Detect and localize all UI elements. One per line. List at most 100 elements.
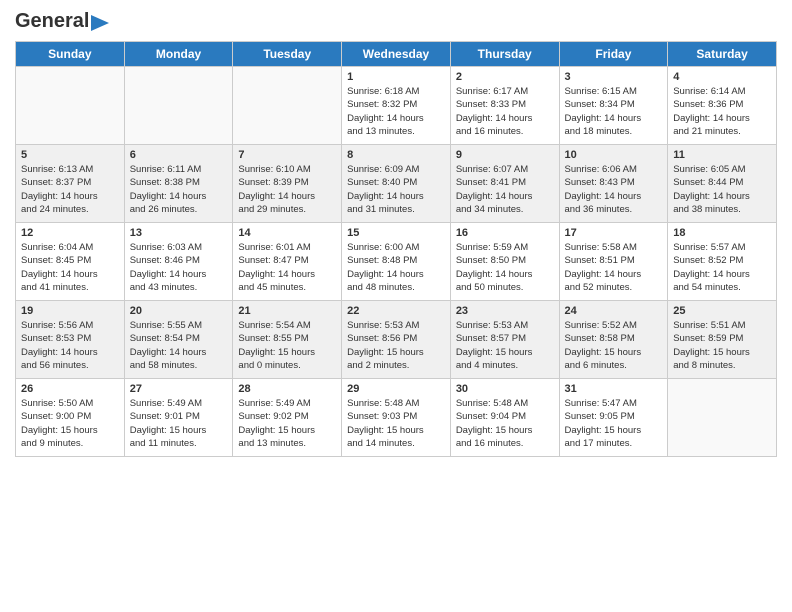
day-number: 25 <box>673 305 771 317</box>
day-number: 7 <box>238 149 336 161</box>
day-info: Sunrise: 6:13 AM Sunset: 8:37 PM Dayligh… <box>21 163 119 216</box>
day-number: 13 <box>130 227 228 239</box>
day-number: 1 <box>347 71 445 83</box>
day-info: Sunrise: 5:53 AM Sunset: 8:56 PM Dayligh… <box>347 319 445 372</box>
calendar-cell: 13 Sunrise: 6:03 AM Sunset: 8:46 PM Dayli… <box>124 223 233 301</box>
day-info: Sunrise: 5:56 AM Sunset: 8:53 PM Dayligh… <box>21 319 119 372</box>
day-info: Sunrise: 5:58 AM Sunset: 8:51 PM Dayligh… <box>565 241 663 294</box>
day-info: Sunrise: 5:48 AM Sunset: 9:04 PM Dayligh… <box>456 397 554 450</box>
day-info: Sunrise: 6:07 AM Sunset: 8:41 PM Dayligh… <box>456 163 554 216</box>
calendar-cell <box>124 67 233 145</box>
day-number: 31 <box>565 383 663 395</box>
day-number: 21 <box>238 305 336 317</box>
day-info: Sunrise: 6:11 AM Sunset: 8:38 PM Dayligh… <box>130 163 228 216</box>
day-info: Sunrise: 5:59 AM Sunset: 8:50 PM Dayligh… <box>456 241 554 294</box>
day-number: 10 <box>565 149 663 161</box>
header-cell-wednesday: Wednesday <box>342 42 451 67</box>
logo-arrow-icon <box>91 15 109 31</box>
day-info: Sunrise: 6:06 AM Sunset: 8:43 PM Dayligh… <box>565 163 663 216</box>
calendar-cell: 9 Sunrise: 6:07 AM Sunset: 8:41 PM Daylig… <box>450 145 559 223</box>
day-number: 8 <box>347 149 445 161</box>
day-number: 4 <box>673 71 771 83</box>
day-info: Sunrise: 5:49 AM Sunset: 9:02 PM Dayligh… <box>238 397 336 450</box>
calendar-cell: 21Sunrise: 5:54 AM Sunset: 8:55 PM Dayli… <box>233 301 342 379</box>
calendar-cell: 27 Sunrise: 5:49 AM Sunset: 9:01 PM Dayli… <box>124 379 233 457</box>
day-info: Sunrise: 6:17 AM Sunset: 8:33 PM Dayligh… <box>456 85 554 138</box>
day-info: Sunrise: 5:47 AM Sunset: 9:05 PM Dayligh… <box>565 397 663 450</box>
calendar-cell <box>16 67 125 145</box>
day-number: 24 <box>565 305 663 317</box>
calendar-cell: 1Sunrise: 6:18 AM Sunset: 8:32 PM Daylig… <box>342 67 451 145</box>
header-cell-friday: Friday <box>559 42 668 67</box>
day-number: 11 <box>673 149 771 161</box>
calendar-cell: 10 Sunrise: 6:06 AM Sunset: 8:43 PM Dayli… <box>559 145 668 223</box>
calendar-cell: 2 Sunrise: 6:17 AM Sunset: 8:33 PM Daylig… <box>450 67 559 145</box>
calendar-cell <box>233 67 342 145</box>
day-number: 9 <box>456 149 554 161</box>
calendar-cell: 7 Sunrise: 6:10 AM Sunset: 8:39 PM Daylig… <box>233 145 342 223</box>
calendar-cell: 17Sunrise: 5:58 AM Sunset: 8:51 PM Dayli… <box>559 223 668 301</box>
day-info: Sunrise: 5:48 AM Sunset: 9:03 PM Dayligh… <box>347 397 445 450</box>
header-cell-saturday: Saturday <box>668 42 777 67</box>
calendar-cell: 5 Sunrise: 6:13 AM Sunset: 8:37 PM Daylig… <box>16 145 125 223</box>
calendar-row: 1Sunrise: 6:18 AM Sunset: 8:32 PM Daylig… <box>16 67 777 145</box>
calendar-cell: 30 Sunrise: 5:48 AM Sunset: 9:04 PM Dayli… <box>450 379 559 457</box>
calendar-cell: 29Sunrise: 5:48 AM Sunset: 9:03 PM Dayli… <box>342 379 451 457</box>
calendar-cell: 8 Sunrise: 6:09 AM Sunset: 8:40 PM Daylig… <box>342 145 451 223</box>
calendar-cell: 25Sunrise: 5:51 AM Sunset: 8:59 PM Dayli… <box>668 301 777 379</box>
day-number: 28 <box>238 383 336 395</box>
header-row: SundayMondayTuesdayWednesdayThursdayFrid… <box>16 42 777 67</box>
calendar-cell: 4 Sunrise: 6:14 AM Sunset: 8:36 PM Daylig… <box>668 67 777 145</box>
day-info: Sunrise: 6:09 AM Sunset: 8:40 PM Dayligh… <box>347 163 445 216</box>
logo-line1: General <box>15 10 109 33</box>
calendar-cell: 19 Sunrise: 5:56 AM Sunset: 8:53 PM Dayli… <box>16 301 125 379</box>
day-number: 30 <box>456 383 554 395</box>
calendar-cell: 12Sunrise: 6:04 AM Sunset: 8:45 PM Dayli… <box>16 223 125 301</box>
day-number: 26 <box>21 383 119 395</box>
header-cell-sunday: Sunday <box>16 42 125 67</box>
day-number: 23 <box>456 305 554 317</box>
header-cell-thursday: Thursday <box>450 42 559 67</box>
logo-general: General <box>15 10 89 33</box>
day-number: 5 <box>21 149 119 161</box>
calendar-cell: 20 Sunrise: 5:55 AM Sunset: 8:54 PM Dayli… <box>124 301 233 379</box>
calendar-row: 12Sunrise: 6:04 AM Sunset: 8:45 PM Dayli… <box>16 223 777 301</box>
calendar-cell: 22 Sunrise: 5:53 AM Sunset: 8:56 PM Dayli… <box>342 301 451 379</box>
calendar-header: SundayMondayTuesdayWednesdayThursdayFrid… <box>16 42 777 67</box>
day-info: Sunrise: 6:00 AM Sunset: 8:48 PM Dayligh… <box>347 241 445 294</box>
calendar-cell: 18Sunrise: 5:57 AM Sunset: 8:52 PM Dayli… <box>668 223 777 301</box>
calendar-cell: 26Sunrise: 5:50 AM Sunset: 9:00 PM Dayli… <box>16 379 125 457</box>
day-info: Sunrise: 6:15 AM Sunset: 8:34 PM Dayligh… <box>565 85 663 138</box>
header-cell-monday: Monday <box>124 42 233 67</box>
day-number: 2 <box>456 71 554 83</box>
day-number: 6 <box>130 149 228 161</box>
page: General SundayMondayTuesdayWednesdayThur… <box>0 0 792 612</box>
day-number: 19 <box>21 305 119 317</box>
calendar-row: 26Sunrise: 5:50 AM Sunset: 9:00 PM Dayli… <box>16 379 777 457</box>
day-number: 12 <box>21 227 119 239</box>
day-number: 27 <box>130 383 228 395</box>
day-number: 15 <box>347 227 445 239</box>
day-number: 14 <box>238 227 336 239</box>
day-info: Sunrise: 6:10 AM Sunset: 8:39 PM Dayligh… <box>238 163 336 216</box>
calendar-cell: 15 Sunrise: 6:00 AM Sunset: 8:48 PM Dayli… <box>342 223 451 301</box>
calendar-cell: 16Sunrise: 5:59 AM Sunset: 8:50 PM Dayli… <box>450 223 559 301</box>
calendar-cell: 14 Sunrise: 6:01 AM Sunset: 8:47 PM Dayli… <box>233 223 342 301</box>
day-info: Sunrise: 5:55 AM Sunset: 8:54 PM Dayligh… <box>130 319 228 372</box>
calendar-table: SundayMondayTuesdayWednesdayThursdayFrid… <box>15 41 777 457</box>
day-info: Sunrise: 6:03 AM Sunset: 8:46 PM Dayligh… <box>130 241 228 294</box>
day-info: Sunrise: 5:52 AM Sunset: 8:58 PM Dayligh… <box>565 319 663 372</box>
day-info: Sunrise: 6:01 AM Sunset: 8:47 PM Dayligh… <box>238 241 336 294</box>
calendar-cell: 28 Sunrise: 5:49 AM Sunset: 9:02 PM Dayli… <box>233 379 342 457</box>
calendar-cell: 24 Sunrise: 5:52 AM Sunset: 8:58 PM Dayli… <box>559 301 668 379</box>
calendar-cell: 6 Sunrise: 6:11 AM Sunset: 8:38 PM Daylig… <box>124 145 233 223</box>
header-cell-tuesday: Tuesday <box>233 42 342 67</box>
calendar-cell: 11Sunrise: 6:05 AM Sunset: 8:44 PM Dayli… <box>668 145 777 223</box>
calendar-body: 1Sunrise: 6:18 AM Sunset: 8:32 PM Daylig… <box>16 67 777 457</box>
day-number: 20 <box>130 305 228 317</box>
day-number: 3 <box>565 71 663 83</box>
day-info: Sunrise: 5:49 AM Sunset: 9:01 PM Dayligh… <box>130 397 228 450</box>
calendar-row: 5 Sunrise: 6:13 AM Sunset: 8:37 PM Daylig… <box>16 145 777 223</box>
day-number: 22 <box>347 305 445 317</box>
day-info: Sunrise: 6:14 AM Sunset: 8:36 PM Dayligh… <box>673 85 771 138</box>
